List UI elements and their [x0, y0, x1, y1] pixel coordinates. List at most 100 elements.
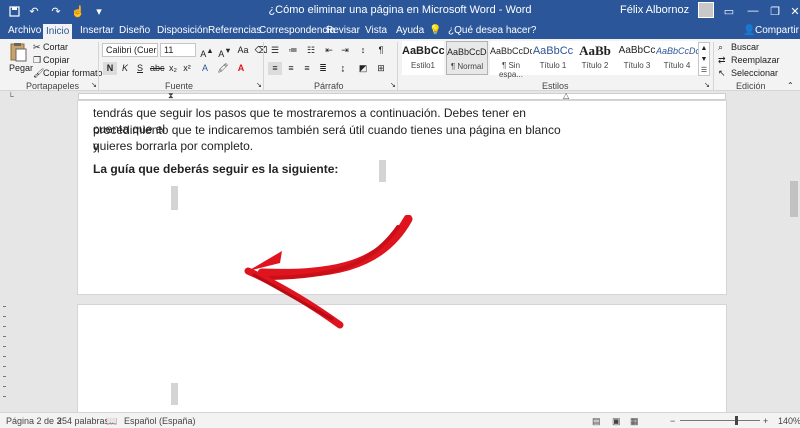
shading-icon[interactable]: ◩ [356, 62, 370, 75]
shrink-font-icon[interactable]: A▼ [218, 44, 232, 59]
tell-me-search[interactable]: ¿Qué desea hacer? [445, 24, 539, 39]
select-icon[interactable]: ↖ [718, 68, 726, 79]
bold-button[interactable]: N [103, 62, 117, 75]
align-center-icon[interactable]: ≡ [284, 62, 298, 75]
strikethrough-icon[interactable]: abc [150, 62, 165, 75]
align-right-icon[interactable]: ≡ [300, 62, 314, 75]
italic-button[interactable]: K [118, 62, 132, 75]
style-estilo1[interactable]: AaBbCc Estilo1 [402, 41, 444, 75]
user-name[interactable]: Félix Albornoz [620, 4, 689, 16]
language-status[interactable]: Español (España) [124, 416, 196, 426]
cut-button[interactable]: Cortar [43, 42, 68, 52]
maximize-icon[interactable]: ❐ [764, 1, 786, 21]
increase-indent-icon[interactable]: ⇥ [338, 44, 352, 57]
ruler-tick [3, 386, 6, 387]
indent-marker-icon[interactable]: ⧗ [168, 91, 174, 101]
find-button[interactable]: Buscar [731, 42, 759, 52]
dialog-launcher-icon[interactable]: ↘ [390, 81, 396, 89]
ribbon: Pegar ✂ Cortar ❐ Copiar 🖌 Copiar formato… [0, 39, 800, 91]
select-button[interactable]: Seleccionar [731, 68, 778, 78]
dialog-launcher-icon[interactable]: ↘ [91, 81, 97, 89]
chevron-down-icon[interactable]: ▼ [701, 56, 708, 63]
sort-icon[interactable]: ↕ [356, 44, 370, 57]
superscript-icon[interactable]: x² [180, 62, 194, 75]
justify-icon[interactable]: ≣ [316, 62, 330, 75]
scrollbar-thumb[interactable] [790, 181, 798, 217]
proofing-icon[interactable]: 📖 [106, 416, 117, 427]
dialog-launcher-icon[interactable]: ↘ [256, 81, 262, 89]
paste-button[interactable]: Pegar [9, 63, 33, 73]
minimize-icon[interactable]: — [742, 1, 764, 21]
more-styles-icon[interactable]: ☰ [701, 67, 707, 74]
style-titulo-4[interactable]: AaBbCcDc Título 4 [656, 41, 698, 75]
body-line[interactable]: quieres borrarla por completo. [93, 138, 563, 154]
tab-archivo[interactable]: Archivo [5, 24, 44, 39]
style-titulo-1[interactable]: AaBbCc Título 1 [532, 41, 574, 75]
collapse-ribbon-icon[interactable]: ⌃ [787, 81, 794, 90]
subscript-icon[interactable]: x₂ [166, 62, 180, 75]
editing-group-label: Edición [736, 81, 766, 91]
font-size-select[interactable]: 11 [160, 43, 196, 57]
dialog-launcher-icon[interactable]: ↘ [704, 81, 710, 89]
tab-revisar[interactable]: Revisar [323, 24, 363, 39]
tab-disposicion[interactable]: Disposición [154, 24, 211, 39]
zoom-slider-knob[interactable] [735, 416, 738, 425]
style-normal[interactable]: AaBbCcDc ¶ Normal [446, 41, 488, 75]
style-titulo-2[interactable]: AaBb Título 2 [574, 41, 616, 75]
tab-ayuda[interactable]: Ayuda [393, 24, 427, 39]
close-icon[interactable]: ✕ [784, 1, 800, 21]
tab-vista[interactable]: Vista [362, 24, 390, 39]
style-name: Estilo1 [410, 61, 435, 70]
word-count[interactable]: 254 palabras [57, 416, 109, 426]
search-icon[interactable]: ⌕ [718, 42, 723, 53]
ruler-tick [3, 346, 6, 347]
cut-icon[interactable]: ✂ [33, 42, 41, 53]
ribbon-options-icon[interactable]: ▭ [718, 1, 740, 21]
grow-font-icon[interactable]: A▲ [200, 44, 214, 59]
copy-button[interactable]: Copiar [43, 55, 70, 65]
replace-icon[interactable]: ⇄ [718, 55, 726, 66]
tab-insertar[interactable]: Insertar [77, 24, 117, 39]
change-case-icon[interactable]: Aa [236, 44, 250, 57]
tab-inicio[interactable]: Inicio [43, 24, 73, 39]
chevron-up-icon[interactable]: ▲ [701, 45, 708, 52]
style-sin-espaciado[interactable]: AaBbCcDc ¶ Sin espa... [490, 41, 532, 79]
numbering-icon[interactable]: ≔ [286, 44, 300, 57]
tab-diseno[interactable]: Diseño [116, 24, 153, 39]
right-indent-marker-icon[interactable]: △ [563, 91, 569, 100]
bold-heading-line[interactable]: La guía que deberás seguir es la siguien… [93, 161, 563, 177]
zoom-level[interactable]: 140% [778, 416, 800, 426]
zoom-slider[interactable] [680, 420, 760, 421]
multilevel-list-icon[interactable]: ☷ [304, 44, 318, 57]
read-mode-icon[interactable]: ▦ [630, 416, 639, 427]
show-marks-icon[interactable]: ¶ [374, 44, 388, 57]
font-family-select[interactable]: Calibri (Cuer [102, 43, 158, 57]
text-effects-icon[interactable]: A [198, 62, 212, 75]
ruler-track [78, 93, 726, 100]
vertical-scrollbar[interactable] [788, 101, 800, 412]
focus-mode-icon[interactable]: ▤ [592, 416, 601, 427]
replace-button[interactable]: Reemplazar [731, 55, 780, 65]
styles-scroll[interactable]: ▲ ▼ ☰ [698, 42, 710, 76]
decrease-indent-icon[interactable]: ⇤ [322, 44, 336, 57]
align-left-icon[interactable]: ≡ [268, 62, 282, 75]
print-layout-icon[interactable]: ▣ [612, 416, 621, 427]
clear-format-icon[interactable]: ⌫ [254, 44, 268, 57]
paste-icon[interactable] [8, 42, 30, 62]
bullets-icon[interactable]: ☰ [268, 44, 282, 57]
tab-selector-icon[interactable]: └ [8, 92, 14, 101]
highlight-icon[interactable]: 🖍 [216, 62, 230, 75]
format-painter-button[interactable]: Copiar formato [43, 68, 103, 78]
horizontal-ruler[interactable]: └ ⧗ △ [0, 91, 800, 101]
style-titulo-3[interactable]: AaBbCc Título 3 [616, 41, 658, 75]
font-color-icon[interactable]: A [234, 62, 248, 75]
zoom-out-icon[interactable]: − [670, 416, 675, 426]
borders-icon[interactable]: ⊞ [374, 62, 388, 75]
share-button[interactable]: Compartir [752, 24, 800, 39]
copy-icon[interactable]: ❐ [33, 55, 41, 66]
line-spacing-icon[interactable]: ↨ [336, 62, 350, 75]
zoom-in-icon[interactable]: + [763, 416, 768, 426]
page-count[interactable]: Página 2 de 3 [6, 416, 62, 426]
underline-button[interactable]: S [133, 62, 147, 75]
avatar[interactable] [698, 2, 714, 18]
